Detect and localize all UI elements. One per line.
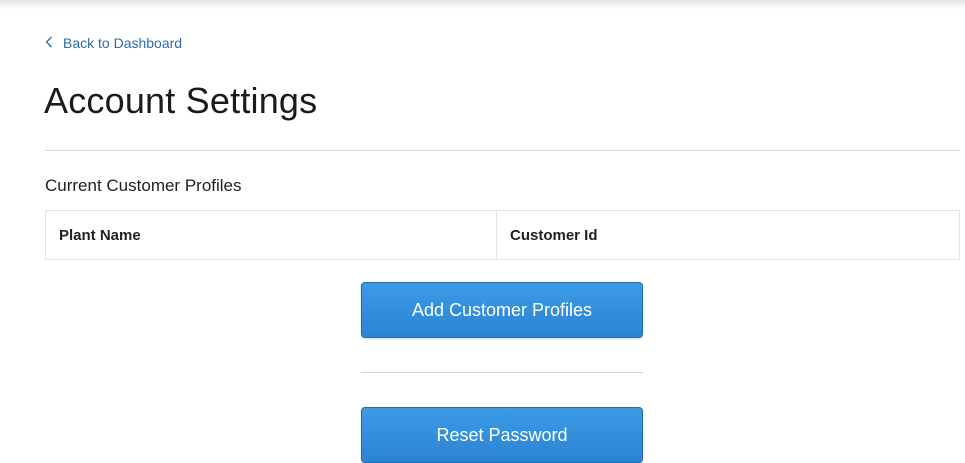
buttons-divider: [361, 372, 643, 373]
table-header-row: Plant Name Customer Id: [45, 210, 960, 260]
reset-password-button[interactable]: Reset Password: [361, 407, 643, 463]
customer-profiles-table: Plant Name Customer Id: [45, 210, 960, 260]
column-header-customer-id: Customer Id: [496, 210, 960, 260]
back-link-label: Back to Dashboard: [63, 35, 183, 51]
title-divider: [45, 150, 960, 151]
chevron-left-icon: [45, 35, 57, 51]
back-to-dashboard-link[interactable]: Back to Dashboard: [45, 35, 182, 51]
customer-profiles-heading: Current Customer Profiles: [45, 176, 242, 195]
add-customer-profiles-button[interactable]: Add Customer Profiles: [361, 282, 643, 338]
column-header-plant-name: Plant Name: [45, 210, 497, 260]
page-title: Account Settings: [44, 80, 318, 121]
top-bar-edge: [0, 0, 965, 10]
